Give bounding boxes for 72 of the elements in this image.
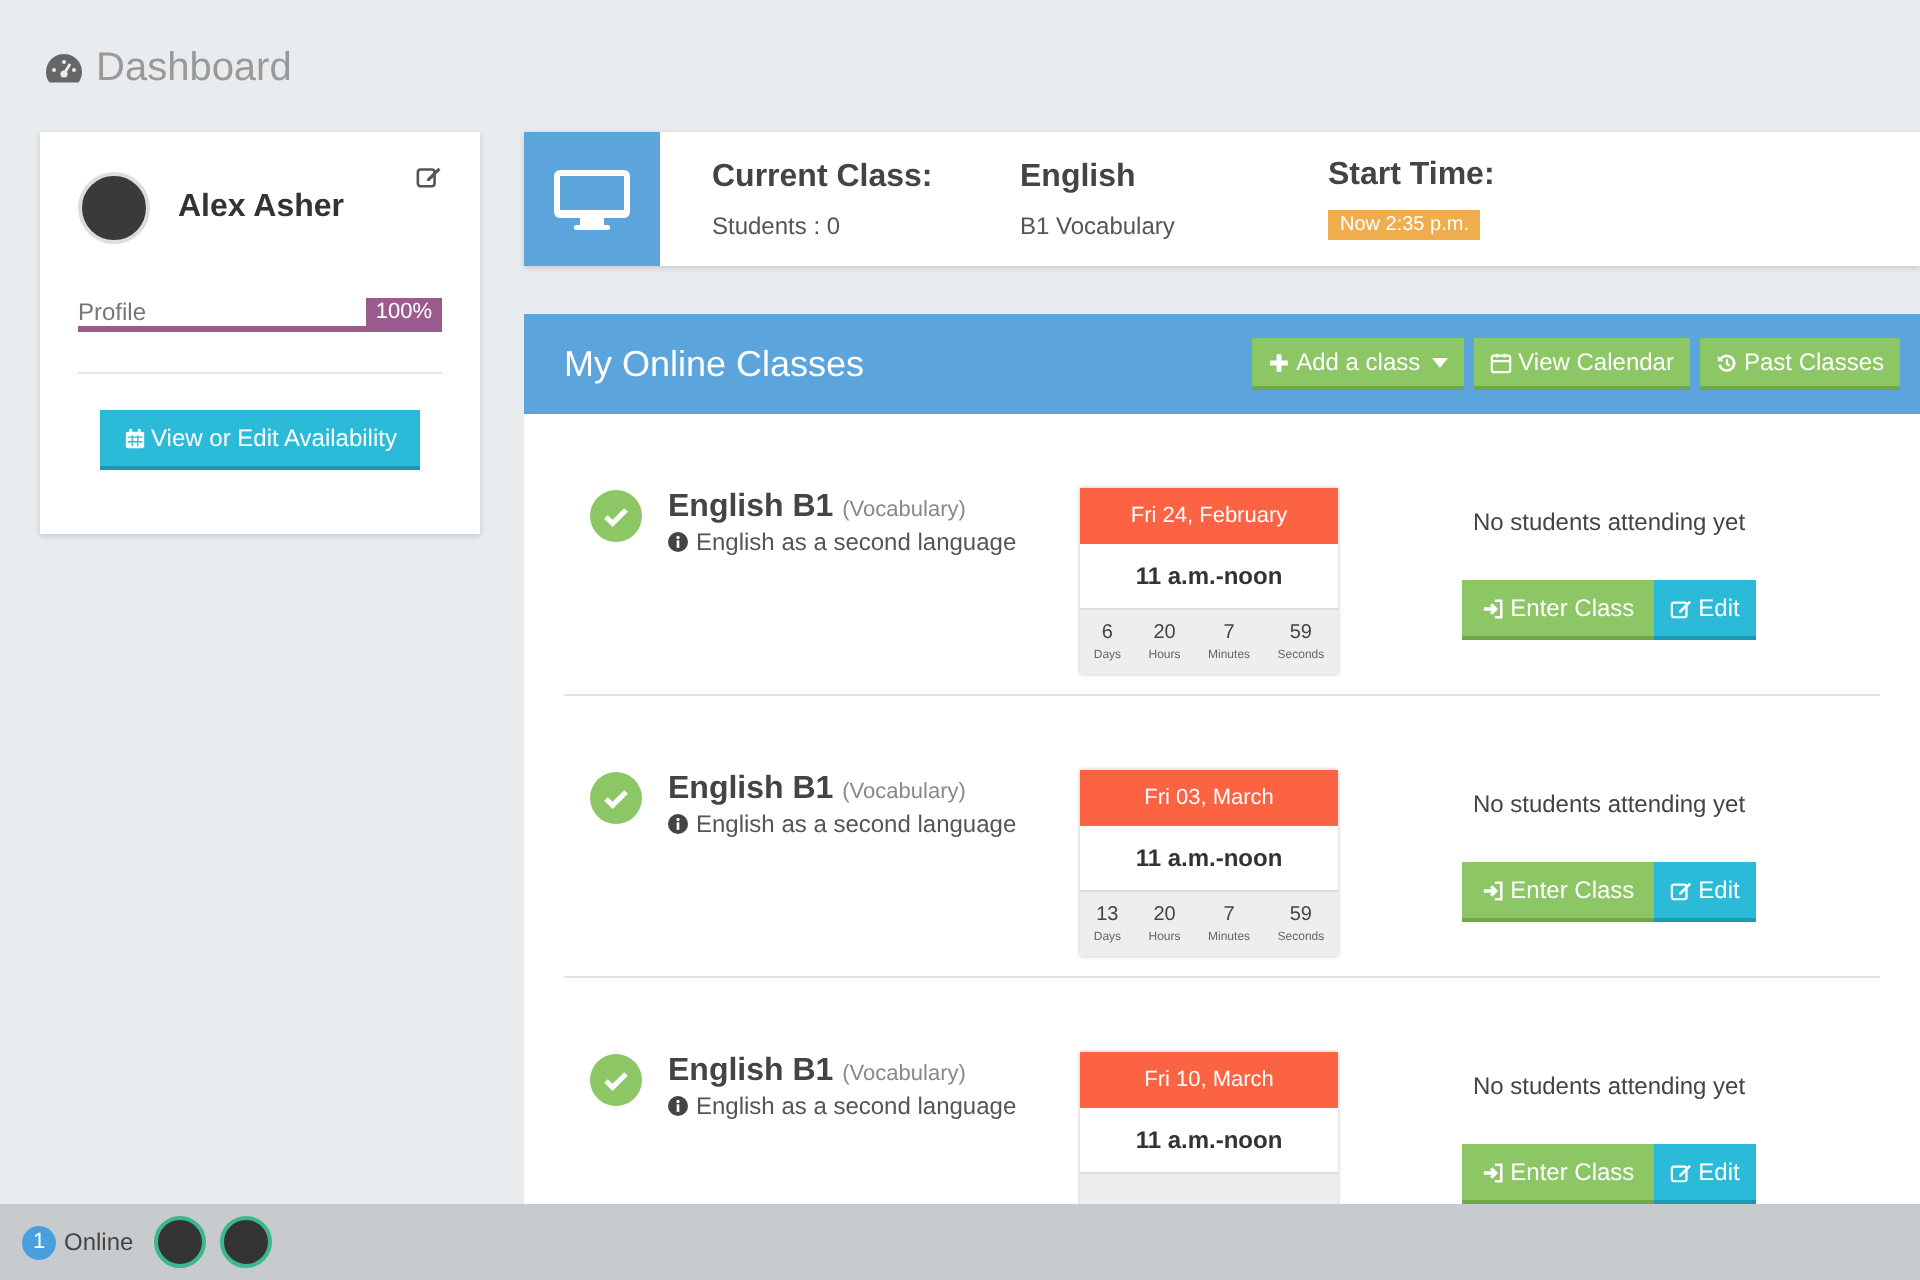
progress-label: Profile: [78, 298, 147, 326]
class-time: 11 a.m.-noon: [1133, 842, 1285, 876]
edit-icon: [1670, 1161, 1693, 1183]
class-title: English B1: [668, 490, 834, 524]
monitor-icon: [552, 167, 632, 231]
countdown-value: 59: [1289, 904, 1312, 926]
calendar-icon: [1490, 351, 1513, 373]
enter-class-button[interactable]: Enter Class: [1462, 1144, 1655, 1204]
sign-in-icon: [1482, 1161, 1505, 1183]
edit-icon[interactable]: [416, 164, 442, 190]
class-tag: (Vocabulary): [842, 1062, 966, 1086]
enter-class-button[interactable]: Enter Class: [1462, 862, 1655, 922]
online-label: Online: [64, 1228, 134, 1256]
class-description: English as a second language: [696, 1092, 1017, 1120]
countdown-value: 20: [1153, 904, 1176, 926]
page-title: Dashboard: [96, 45, 292, 91]
check-circle-icon: [590, 490, 642, 542]
class-tag: (Vocabulary): [842, 498, 966, 522]
countdown-value: 6: [1101, 622, 1113, 644]
check-circle-icon: [590, 772, 642, 824]
countdown-value: 7: [1223, 622, 1235, 644]
start-time-heading: Start Time:: [1328, 158, 1497, 194]
attendance-text: No students attending yet: [1472, 508, 1746, 536]
class-description: English as a second language: [696, 528, 1017, 556]
class-description: English as a second language: [696, 810, 1017, 838]
countdown-value: 7: [1223, 904, 1235, 926]
class-time: 11 a.m.-noon: [1133, 1124, 1285, 1158]
info-icon: [668, 1096, 688, 1116]
info-icon: [668, 814, 688, 834]
countdown-value: 20: [1153, 622, 1176, 644]
online-count-badge: 1: [22, 1225, 56, 1259]
date-header: Fri 24, February: [1080, 488, 1338, 544]
sign-in-icon: [1482, 597, 1505, 619]
countdown-value: 59: [1289, 622, 1312, 644]
edit-button[interactable]: Edit: [1654, 1144, 1756, 1204]
add-class-button[interactable]: Add a class: [1252, 338, 1465, 390]
edit-icon: [1670, 879, 1693, 901]
class-title: English B1: [668, 1054, 834, 1088]
dashboard-gauge-icon: [44, 52, 84, 84]
attendance-text: No students attending yet: [1472, 1072, 1746, 1100]
start-time-badge: Now 2:35 p.m.: [1328, 210, 1481, 240]
plus-icon: [1268, 351, 1291, 373]
availability-button[interactable]: View or Edit Availability: [99, 410, 421, 470]
class-time: 11 a.m.-noon: [1133, 560, 1285, 594]
profile-name: Alex Asher: [178, 190, 344, 226]
profile-avatar: [78, 172, 150, 244]
caret-icon: [1432, 357, 1449, 367]
current-class-heading: Current Class:: [712, 159, 935, 195]
edit-button[interactable]: Edit: [1654, 862, 1756, 922]
attendance-text: No students attending yet: [1472, 790, 1746, 818]
sign-in-icon: [1482, 879, 1505, 901]
past-classes-button[interactable]: Past Classes: [1699, 338, 1900, 390]
check-circle-icon: [590, 1054, 642, 1106]
info-icon: [668, 532, 688, 552]
countdown-value: 13: [1096, 904, 1119, 926]
online-user-avatar[interactable]: [153, 1216, 206, 1268]
subject-heading: English: [1020, 159, 1138, 195]
panel-title: My Online Classes: [564, 343, 865, 385]
date-header: Fri 10, March: [1080, 1052, 1338, 1108]
edit-button[interactable]: Edit: [1654, 580, 1756, 640]
edit-icon: [1670, 597, 1693, 619]
students-count: Students : 0: [712, 211, 843, 239]
subject-detail: B1 Vocabulary: [1020, 211, 1177, 239]
progress-value: 100%: [365, 298, 442, 326]
date-header: Fri 03, March: [1080, 770, 1338, 826]
class-title: English B1: [668, 772, 834, 806]
calendar-icon: [123, 427, 146, 449]
history-icon: [1715, 351, 1738, 373]
online-user-avatar[interactable]: [219, 1216, 272, 1268]
view-calendar-button[interactable]: View Calendar: [1474, 338, 1690, 390]
enter-class-button[interactable]: Enter Class: [1462, 580, 1655, 640]
class-tag: (Vocabulary): [842, 780, 966, 804]
